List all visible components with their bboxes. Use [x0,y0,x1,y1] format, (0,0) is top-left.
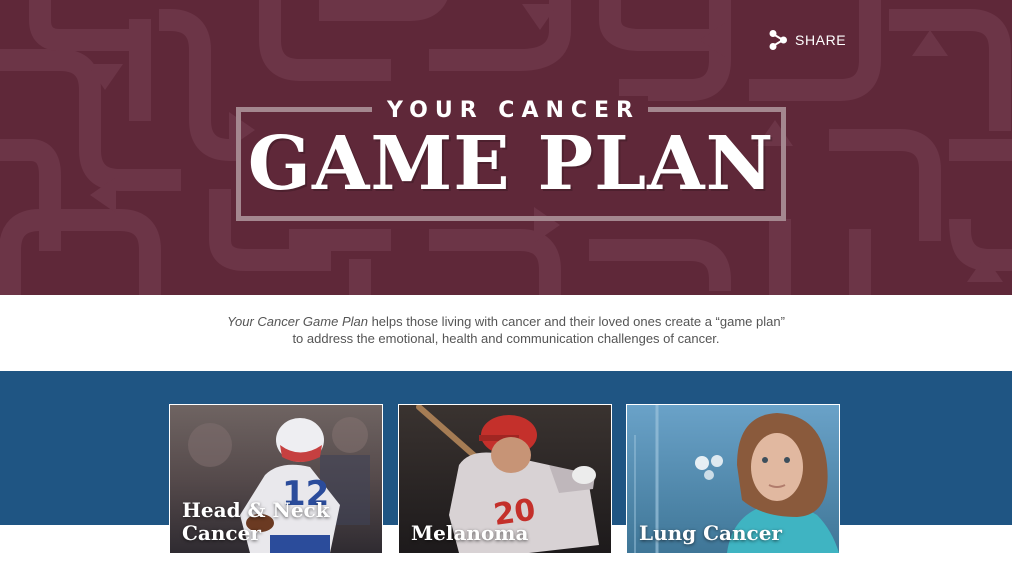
card-head-neck-cancer[interactable]: 12 Head & Neck Cancer [169,404,383,554]
share-button[interactable]: SHARE [768,29,846,51]
intro-line1: helps those living with cancer and their… [367,314,785,329]
intro-italic-title: Your Cancer Game Plan [227,314,368,329]
logo-main-line: GAME PLAN [247,121,775,207]
card-lung-cancer[interactable]: Lung Cancer [626,404,840,554]
card-melanoma[interactable]: 20 Melanoma [398,404,612,554]
intro-text: Your Cancer Game Plan helps those living… [150,313,862,347]
intro-line2: to address the emotional, health and com… [292,331,720,346]
share-label: SHARE [795,32,847,48]
hero-banner: SHARE YOUR CANCER GAME PLAN [0,0,1012,295]
intro-section: Your Cancer Game Plan helps those living… [0,295,1012,371]
share-icon [769,30,787,50]
card-title: Lung Cancer [639,521,782,545]
card-title: Melanoma [411,521,529,545]
card-title: Head & Neck Cancer [182,498,330,545]
